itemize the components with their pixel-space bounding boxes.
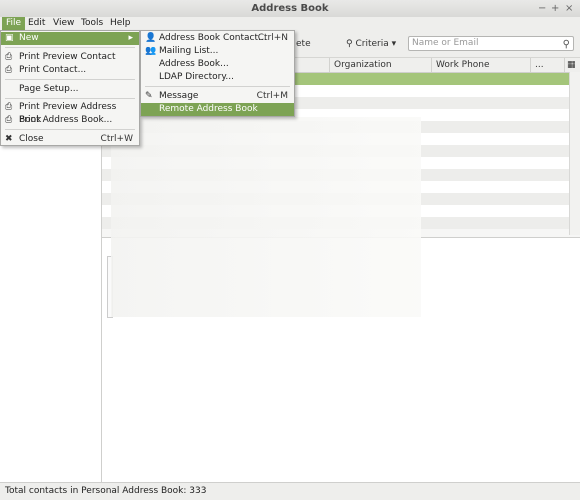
minimize-icon[interactable]: − (538, 3, 546, 14)
column-picker-icon[interactable]: ▦ (564, 58, 579, 72)
close-window-icon[interactable]: × (565, 3, 573, 14)
column-organization[interactable]: Organization (329, 58, 429, 72)
menu-separator (5, 129, 135, 130)
printer-icon: ⎙ (5, 65, 13, 75)
menu-item-print-contact[interactable]: ⎙ Print Contact... (1, 64, 139, 77)
menu-bar: File Edit View Tools Help (0, 17, 580, 30)
maximize-icon[interactable]: + (551, 3, 559, 14)
menu-item-close[interactable]: ✖ Close Ctrl+W (1, 133, 139, 146)
title-bar: Address Book − + × (0, 0, 580, 18)
new-submenu: 👤 Address Book Contact... Ctrl+N 👥 Maili… (140, 30, 295, 117)
group-icon: 👥 (145, 46, 157, 56)
window-title: Address Book (251, 3, 329, 14)
menu-item-print-preview-address-book[interactable]: ⎙ Print Preview Address Book (1, 101, 139, 125)
menu-item-mailing-list[interactable]: 👥 Mailing List... (141, 45, 294, 58)
printer-icon: ⎙ (5, 115, 13, 125)
criteria-icon: ⚲ (346, 39, 353, 49)
table-scrollbar[interactable] (569, 72, 580, 235)
delete-button-label[interactable]: ete (296, 39, 311, 49)
criteria-button[interactable]: ⚲ Criteria ▾ (346, 38, 396, 50)
menu-item-print-address-book[interactable]: ⎙ Print Address Book... (1, 114, 139, 127)
column-work-phone[interactable]: Work Phone (431, 58, 531, 72)
menu-separator (145, 86, 290, 87)
chevron-down-icon: ▾ (391, 39, 397, 49)
menu-item-message[interactable]: ✎ Message Ctrl+M (141, 90, 294, 103)
pencil-icon: ✎ (145, 91, 153, 101)
menu-item-remote-address-book[interactable]: Remote Address Book (141, 103, 294, 116)
menu-view[interactable]: View (49, 17, 78, 30)
new-icon: ▣ (5, 33, 14, 43)
menu-separator (5, 47, 135, 48)
menu-help[interactable]: Help (106, 17, 135, 30)
menu-item-print-preview-contact[interactable]: ⎙ Print Preview Contact (1, 51, 139, 64)
status-bar: Total contacts in Personal Address Book:… (0, 482, 580, 500)
search-input[interactable]: Name or Email ⚲ (408, 36, 574, 51)
menu-item-address-book-contact[interactable]: 👤 Address Book Contact... Ctrl+N (141, 32, 294, 45)
menu-file[interactable]: File (2, 17, 26, 30)
column-more[interactable]: ... (530, 58, 565, 72)
file-menu: ▣ New ▸ ⎙ Print Preview Contact ⎙ Print … (0, 30, 140, 146)
menu-separator (5, 98, 135, 99)
submenu-arrow-icon: ▸ (128, 33, 133, 43)
menu-edit[interactable]: Edit (24, 17, 49, 30)
search-placeholder: Name or Email (412, 38, 479, 48)
menu-item-address-book[interactable]: Address Book... (141, 58, 294, 71)
contact-icon: 👤 (145, 33, 157, 43)
menu-item-new[interactable]: ▣ New ▸ (1, 32, 139, 45)
status-text: Total contacts in Personal Address Book:… (5, 486, 207, 496)
criteria-label: Criteria (355, 39, 389, 49)
obscured-region (111, 117, 421, 317)
menu-item-page-setup[interactable]: Page Setup... (1, 83, 139, 96)
close-icon: ✖ (5, 134, 13, 144)
menu-separator (5, 79, 135, 80)
print-preview-icon: ⎙ (5, 102, 13, 112)
search-icon: ⚲ (562, 39, 570, 50)
menu-item-ldap-directory[interactable]: LDAP Directory... (141, 71, 294, 84)
print-preview-icon: ⎙ (5, 52, 13, 62)
menu-tools[interactable]: Tools (77, 17, 107, 30)
